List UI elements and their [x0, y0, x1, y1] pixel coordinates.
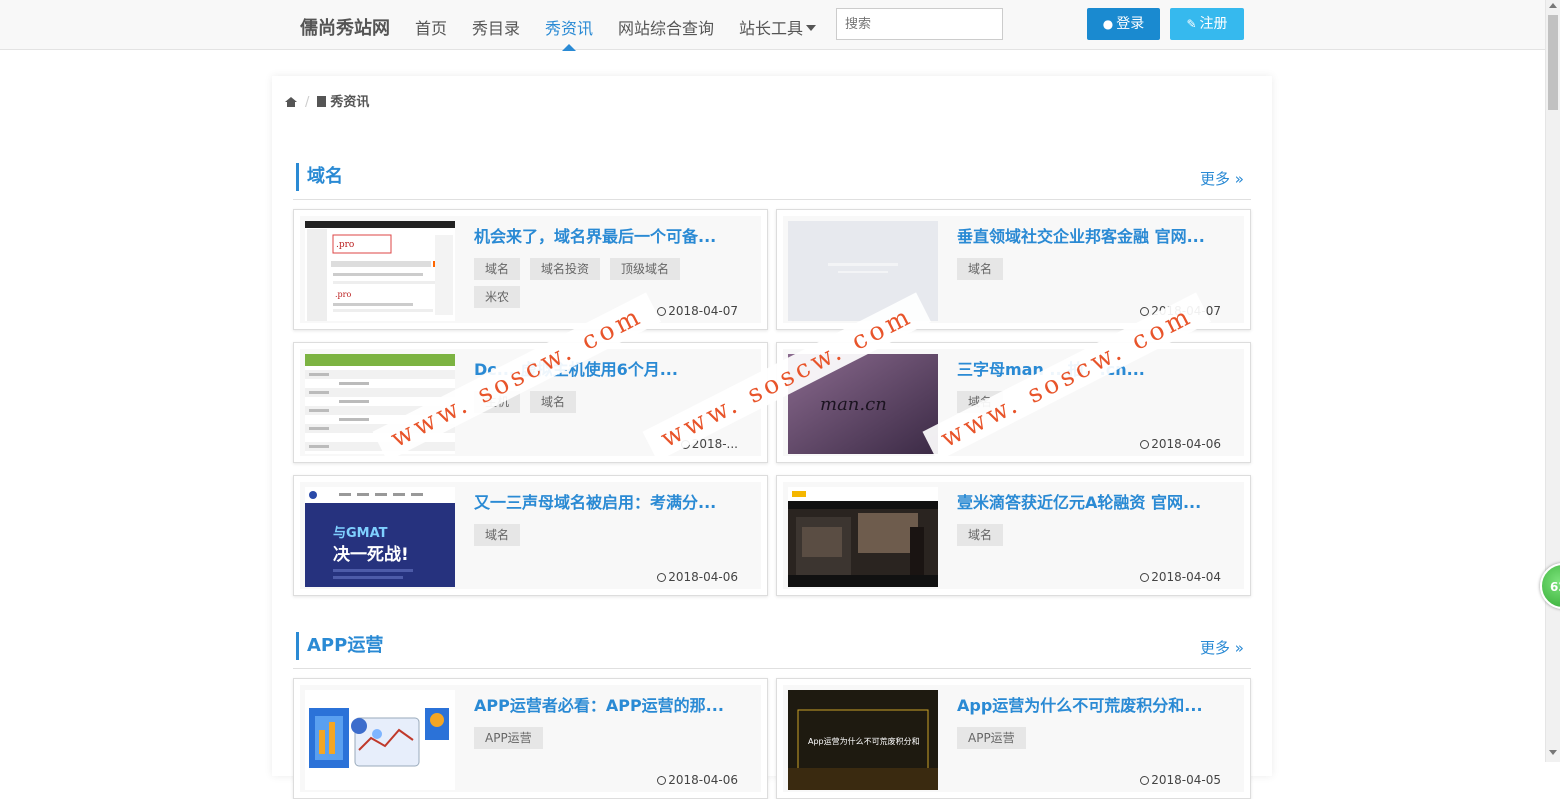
section-divider	[293, 668, 1251, 669]
nav-home[interactable]: 首页	[415, 15, 447, 39]
tag[interactable]: 域名	[474, 258, 521, 280]
section-divider	[293, 199, 1251, 200]
tag-list: 域名	[474, 524, 719, 552]
analytics-illustration	[305, 690, 455, 790]
news-card[interactable]: APP运营者必看：APP运营的那... APP运营 2018-04-06	[293, 678, 768, 799]
news-thumbnail[interactable]: .pro .pro	[305, 221, 455, 321]
login-button[interactable]: ● 登录	[1087, 8, 1160, 40]
tag[interactable]: 域名	[474, 524, 521, 546]
pencil-icon: ✎	[1186, 17, 1197, 31]
floating-widget-badge[interactable]: 62	[1540, 563, 1560, 609]
search-input[interactable]	[836, 8, 1003, 40]
man-cn-text: man.cn	[820, 394, 887, 415]
news-title[interactable]: APP运营者必看：APP运营的那...	[474, 692, 744, 716]
section-title-domain: 域名	[296, 163, 343, 191]
date-text: 2018-04-05	[1151, 773, 1221, 787]
scroll-up-arrow-icon[interactable]	[1549, 3, 1557, 8]
app-banner-text: App运营为什么不可荒废积分和	[808, 736, 920, 746]
publish-date: 2018-04-04	[1140, 570, 1221, 584]
tag[interactable]: 域名投资	[530, 258, 601, 280]
caret-down-icon	[806, 25, 817, 31]
night-banner-thumbnail: App运营为什么不可荒废积分和	[788, 690, 938, 790]
publish-date: 2018-04-06	[1140, 437, 1221, 451]
tag[interactable]: APP运营	[474, 727, 543, 749]
home-icon[interactable]	[285, 97, 297, 107]
date-text: 2018-04-06	[668, 570, 738, 584]
gmat-banner-thumbnail: 与GMAT 决一死战!	[305, 487, 455, 587]
publish-date: 2018-04-07	[657, 304, 738, 318]
news-title[interactable]: 机会来了，域名界最后一个可备...	[474, 223, 744, 247]
register-button[interactable]: ✎ 注册	[1170, 8, 1244, 40]
news-card[interactable]: .pro .pro 机会来了，域名界最后一个可备... 域名 域名投资 顶级域名米农…	[293, 209, 768, 330]
date-text: 2018-04-04	[1151, 570, 1221, 584]
scroll-thumb[interactable]	[1548, 15, 1558, 110]
clock-icon	[1140, 307, 1150, 316]
tag-list: 域名	[957, 524, 1202, 552]
nav-webmaster-tools-label: 站长工具	[739, 19, 804, 38]
news-thumbnail[interactable]	[788, 487, 938, 587]
news-card[interactable]: 壹米滴答获近亿元A轮融资 官网... 域名 2018-04-04	[776, 475, 1251, 596]
tag[interactable]: 域名	[957, 258, 1004, 280]
news-thumbnail[interactable]	[305, 690, 455, 790]
top-navbar: 儒尚秀站网 首页 秀目录 秀资讯 网站综合查询 站长工具 ●登录 ✎注册	[0, 0, 1545, 51]
tag[interactable]: 顶级域名	[610, 258, 681, 280]
date-text: 2018-04-06	[668, 773, 738, 787]
breadcrumb-separator: /	[305, 95, 310, 110]
gmat-line1: 与GMAT	[333, 526, 388, 541]
date-text: 2018-04-07	[668, 304, 738, 318]
clock-icon	[1140, 776, 1150, 785]
register-label: 注册	[1199, 16, 1228, 32]
section-more-domain[interactable]: 更多 »	[1200, 168, 1244, 189]
publish-date: 2018-04-05	[1140, 773, 1221, 787]
tag[interactable]: 域名	[530, 391, 577, 413]
clock-icon	[1140, 440, 1150, 449]
publish-date: 2018-04-06	[657, 570, 738, 584]
active-indicator-arrow	[562, 44, 576, 51]
truck-photo-thumbnail	[788, 487, 938, 587]
breadcrumb-current: 秀资讯	[330, 95, 370, 110]
tag[interactable]: APP运营	[957, 727, 1026, 749]
file-icon	[317, 96, 327, 107]
news-title[interactable]: 又一三声母域名被启用：考满分...	[474, 489, 744, 513]
clock-icon	[657, 307, 667, 316]
page-scrollbar[interactable]	[1545, 0, 1560, 762]
user-icon: ●	[1102, 17, 1114, 31]
news-title[interactable]: 壹米滴答获近亿元A轮融资 官网...	[957, 489, 1227, 513]
clock-icon	[657, 776, 667, 785]
section-title-app: APP运营	[296, 632, 383, 660]
site-brand[interactable]: 儒尚秀站网	[300, 14, 390, 40]
svg-text:.pro: .pro	[336, 240, 354, 250]
news-thumbnail[interactable]: App运营为什么不可荒废积分和	[788, 690, 938, 790]
nav-webmaster-tools[interactable]: 站长工具	[739, 15, 817, 39]
publish-date: 2018-04-06	[657, 773, 738, 787]
gmat-line2: 决一死战!	[333, 544, 409, 565]
date-text: 2018-04-06	[1151, 437, 1221, 451]
tag[interactable]: 米农	[474, 286, 521, 308]
login-label: 登录	[1116, 16, 1145, 32]
nav-site-query[interactable]: 网站综合查询	[618, 15, 714, 39]
pro-domain-screenshot: .pro .pro	[305, 221, 455, 321]
news-card[interactable]: App运营为什么不可荒废积分和 App运营为什么不可荒废积分和... APP运营…	[776, 678, 1251, 799]
clock-icon	[657, 573, 667, 582]
news-title[interactable]: 垂直领域社交企业邦客金融 官网...	[957, 223, 1227, 247]
tag[interactable]: 域名	[957, 524, 1004, 546]
news-card[interactable]: 与GMAT 决一死战! 又一三声母域名被启用：考满分... 域名 2018-04…	[293, 475, 768, 596]
nav-news[interactable]: 秀资讯	[545, 15, 593, 39]
scroll-down-arrow-icon[interactable]	[1549, 750, 1557, 755]
tag-list: APP运营	[957, 727, 1202, 755]
nav-directory[interactable]: 秀目录	[472, 15, 520, 39]
section-more-app[interactable]: 更多 »	[1200, 637, 1244, 658]
tag-list: APP运营	[474, 727, 719, 755]
tag-list: 域名	[957, 258, 1202, 286]
news-thumbnail[interactable]: 与GMAT 决一死战!	[305, 487, 455, 587]
news-title[interactable]: App运营为什么不可荒废积分和...	[957, 692, 1227, 716]
clock-icon	[1140, 573, 1150, 582]
svg-text:.pro: .pro	[335, 290, 351, 299]
breadcrumb: / 秀资讯	[285, 91, 369, 110]
